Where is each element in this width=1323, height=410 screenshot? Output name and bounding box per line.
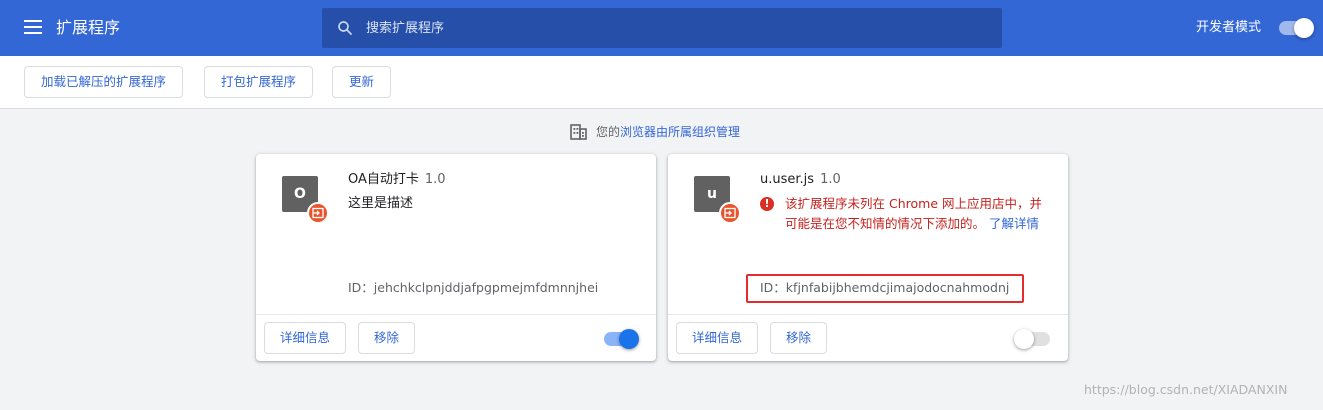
extension-enable-toggle[interactable] xyxy=(604,329,639,349)
card-divider xyxy=(668,314,1068,315)
extension-version: 1.0 xyxy=(424,172,446,187)
search-box[interactable] xyxy=(322,8,1002,48)
error-icon: ! xyxy=(760,197,774,211)
search-input[interactable] xyxy=(366,8,986,48)
page-title: 扩展程序 xyxy=(56,18,121,37)
extension-name: OA自动打卡 1.0 xyxy=(348,172,446,187)
details-button[interactable]: 详细信息 xyxy=(264,322,347,354)
extension-id: ID：kfjnfabijbhemdcjimajodocnahmodnj xyxy=(760,280,1010,295)
menu-icon[interactable] xyxy=(24,20,42,34)
managed-link[interactable]: 浏览器由所属组织管理 xyxy=(620,125,740,139)
unpacked-badge-icon xyxy=(719,202,741,224)
developer-mode-label: 开发者模式 xyxy=(1196,20,1262,35)
extension-enable-toggle[interactable] xyxy=(1014,329,1050,349)
extension-name: u.user.js 1.0 xyxy=(760,172,841,187)
developer-mode-toggle[interactable] xyxy=(1279,18,1314,38)
update-button[interactable]: 更新 xyxy=(332,66,392,98)
managed-prefix: 您的 xyxy=(596,125,621,139)
details-button[interactable]: 详细信息 xyxy=(676,322,759,354)
building-icon xyxy=(570,124,587,140)
top-app-bar: 扩展程序 开发者模式 xyxy=(0,0,1323,56)
extension-card: O OA自动打卡 1.0 这里是描述 ID：jehchkclpnjddjafpgp… xyxy=(256,154,656,361)
dev-toolbar: 加载已解压的扩展程序 打包扩展程序 更新 xyxy=(0,56,1323,109)
unpacked-badge-icon xyxy=(307,202,329,224)
extension-warning: ! 该扩展程序未列在 Chrome 网上应用店中，并可能是在您不知情的情况下添加… xyxy=(760,194,1050,234)
extension-id: ID：jehchkclpnjddjafpgpmejmfdmnnjhei xyxy=(348,280,599,295)
extension-version: 1.0 xyxy=(820,172,841,187)
remove-button[interactable]: 移除 xyxy=(770,322,828,354)
extension-description: 这里是描述 xyxy=(348,196,414,211)
pack-extension-button[interactable]: 打包扩展程序 xyxy=(204,66,314,98)
card-divider xyxy=(256,314,656,315)
search-icon xyxy=(338,21,352,35)
extension-card: u u.user.js 1.0 ! 该扩展程序未列在 Chrome 网上应用店中，… xyxy=(668,154,1068,361)
learn-more-link[interactable]: 了解详情 xyxy=(989,216,1039,231)
watermark: https://blog.csdn.net/XIADANXIN xyxy=(1084,382,1288,397)
remove-button[interactable]: 移除 xyxy=(358,322,416,354)
load-unpacked-button[interactable]: 加载已解压的扩展程序 xyxy=(24,66,184,98)
